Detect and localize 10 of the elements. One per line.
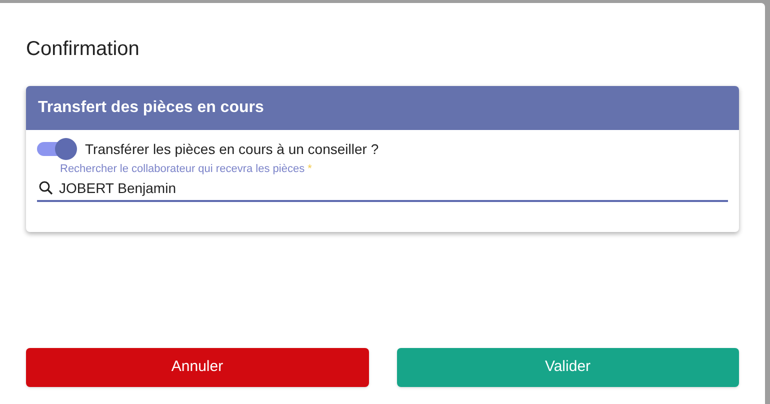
- toggle-switch[interactable]: [37, 138, 77, 160]
- cancel-button[interactable]: Annuler: [26, 348, 368, 387]
- field-label: Rechercher le collaborateur qui recevra les pièces: [60, 162, 305, 176]
- search-field[interactable]: Rechercher le collaborateur qui recevra les pièces * JOBERT Benjamin: [37, 162, 728, 202]
- search-input[interactable]: JOBERT Benjamin: [59, 178, 728, 198]
- dialog-title: Confirmation: [26, 37, 140, 62]
- required-mark: *: [308, 162, 312, 176]
- card-title: Transfert des pièces en cours: [38, 98, 264, 118]
- search-icon: [37, 179, 55, 197]
- toggle-label: Transférer les pièces en cours à un conseiller ?: [85, 140, 379, 159]
